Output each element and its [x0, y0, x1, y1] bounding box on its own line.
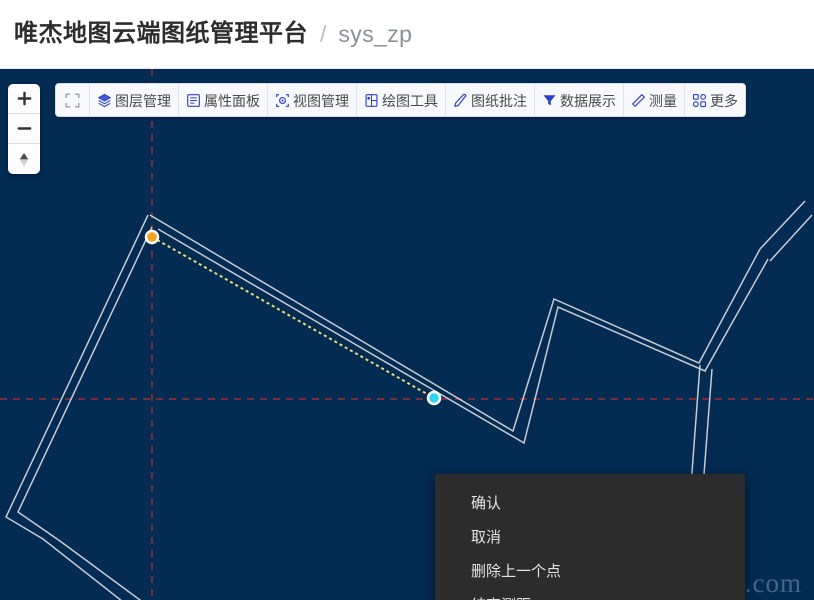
zoom-out-button[interactable] — [8, 114, 40, 144]
cad-polyline — [157, 228, 769, 445]
plus-icon — [17, 91, 32, 106]
measurement-end-point[interactable] — [426, 390, 442, 406]
map-canvas[interactable]: 图层管理 属性面板 视图管理 绘图工具 图纸批注 数据展示 测量 更多 确认 取… — [0, 69, 814, 600]
view-manage-icon — [275, 93, 290, 108]
compass-reset-button[interactable] — [8, 144, 40, 174]
toolbar-label: 数据展示 — [560, 92, 616, 109]
toolbar-item-annotation[interactable]: 图纸批注 — [446, 84, 535, 116]
toolbar-item-layers[interactable]: 图层管理 — [90, 84, 179, 116]
properties-panel-icon — [186, 93, 201, 108]
minus-icon — [17, 121, 32, 136]
fullscreen-button[interactable] — [56, 84, 90, 116]
toolbar-label: 图层管理 — [115, 92, 171, 109]
cad-polyline — [769, 214, 813, 262]
measure-context-menu: 确认 取消 删除上一个点 结束测距 — [435, 474, 745, 600]
toolbar-label: 绘图工具 — [382, 92, 438, 109]
toolbar-label: 图纸批注 — [471, 92, 527, 109]
context-menu-item-cancel[interactable]: 取消 — [435, 521, 745, 555]
annotation-icon — [453, 93, 468, 108]
toolbar-item-view-manage[interactable]: 视图管理 — [268, 84, 357, 116]
toolbar-item-more[interactable]: 更多 — [685, 84, 745, 116]
layers-icon — [97, 93, 112, 108]
application-root: 唯杰地图云端图纸管理平台 / sys_zp 图层管理 属性面板 视图管理 绘图工… — [0, 0, 814, 600]
app-header: 唯杰地图云端图纸管理平台 / sys_zp — [0, 0, 814, 69]
cad-polyline — [759, 200, 806, 250]
toolbar-label: 视图管理 — [293, 92, 349, 109]
breadcrumb-current-drawing: sys_zp — [338, 20, 413, 47]
more-icon — [692, 93, 707, 108]
measure-icon — [631, 93, 646, 108]
draw-tools-icon — [364, 93, 379, 108]
measurement-line — [151, 236, 435, 399]
context-menu-item-end-measure[interactable]: 结束测距 — [435, 589, 745, 600]
toolbar-label: 属性面板 — [204, 92, 260, 109]
fullscreen-icon — [65, 93, 80, 108]
toolbar-label: 测量 — [649, 92, 677, 109]
map-toolbar: 图层管理 属性面板 视图管理 绘图工具 图纸批注 数据展示 测量 更多 — [55, 83, 746, 117]
context-menu-item-confirm[interactable]: 确认 — [435, 487, 745, 521]
toolbar-item-data-display[interactable]: 数据展示 — [535, 84, 624, 116]
page-title: 唯杰地图云端图纸管理平台 — [14, 20, 308, 47]
zoom-in-button[interactable] — [8, 84, 40, 114]
data-display-icon — [542, 93, 557, 108]
toolbar-item-properties-panel[interactable]: 属性面板 — [179, 84, 268, 116]
toolbar-label: 更多 — [710, 92, 738, 109]
toolbar-item-measure[interactable]: 测量 — [624, 84, 685, 116]
measurement-start-point[interactable] — [144, 229, 160, 245]
map-zoom-controls — [8, 84, 40, 174]
breadcrumb-separator: / — [320, 20, 327, 47]
context-menu-item-delete-last-point[interactable]: 删除上一个点 — [435, 555, 745, 589]
compass-icon — [16, 151, 32, 168]
toolbar-item-draw-tools[interactable]: 绘图工具 — [357, 84, 446, 116]
